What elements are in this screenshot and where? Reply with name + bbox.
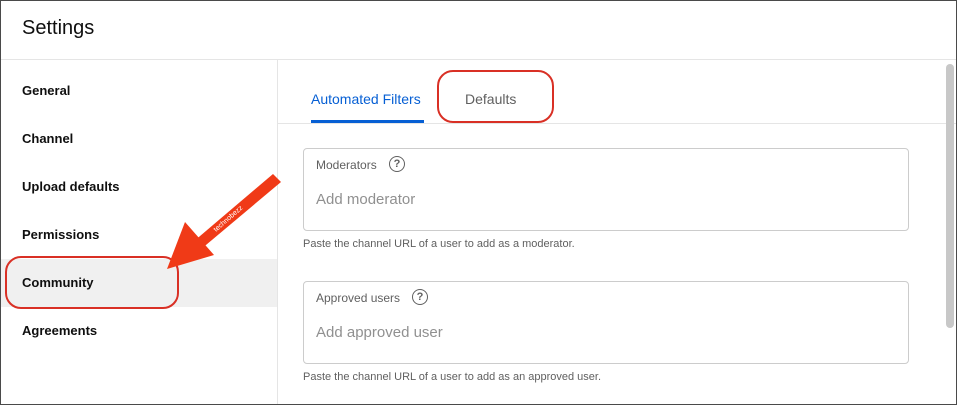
moderator-input[interactable] [316,191,896,208]
tab-defaults[interactable]: Defaults [465,91,516,107]
approved-users-field[interactable]: Approved users ? [303,281,909,364]
approved-user-input[interactable] [316,324,896,341]
moderators-field[interactable]: Moderators ? [303,148,909,231]
moderators-hint: Paste the channel URL of a user to add a… [303,238,575,250]
settings-dialog: Settings General Channel Upload defaults… [0,0,957,405]
sidebar-item-community[interactable]: Community [1,259,277,307]
sidebar-item-upload-defaults[interactable]: Upload defaults [1,163,277,211]
sidebar-item-permissions[interactable]: Permissions [1,211,277,259]
sidebar-item-agreements[interactable]: Agreements [1,307,277,355]
approved-users-label: Approved users [316,291,401,305]
help-icon[interactable]: ? [412,289,428,305]
scrollbar[interactable] [946,64,954,328]
main-content: Automated Filters Defaults Moderators ? … [278,60,956,404]
tab-automated-filters[interactable]: Automated Filters [311,91,421,107]
help-icon[interactable]: ? [389,156,405,172]
tab-selected-indicator [311,120,424,123]
page-title: Settings [22,17,95,39]
approved-users-hint: Paste the channel URL of a user to add a… [303,371,602,383]
sidebar-item-general[interactable]: General [1,67,277,115]
moderators-label: Moderators [316,158,377,172]
tab-bar: Automated Filters Defaults [278,60,956,124]
header: Settings [1,1,956,60]
sidebar: General Channel Upload defaults Permissi… [1,60,278,404]
sidebar-item-channel[interactable]: Channel [1,115,277,163]
